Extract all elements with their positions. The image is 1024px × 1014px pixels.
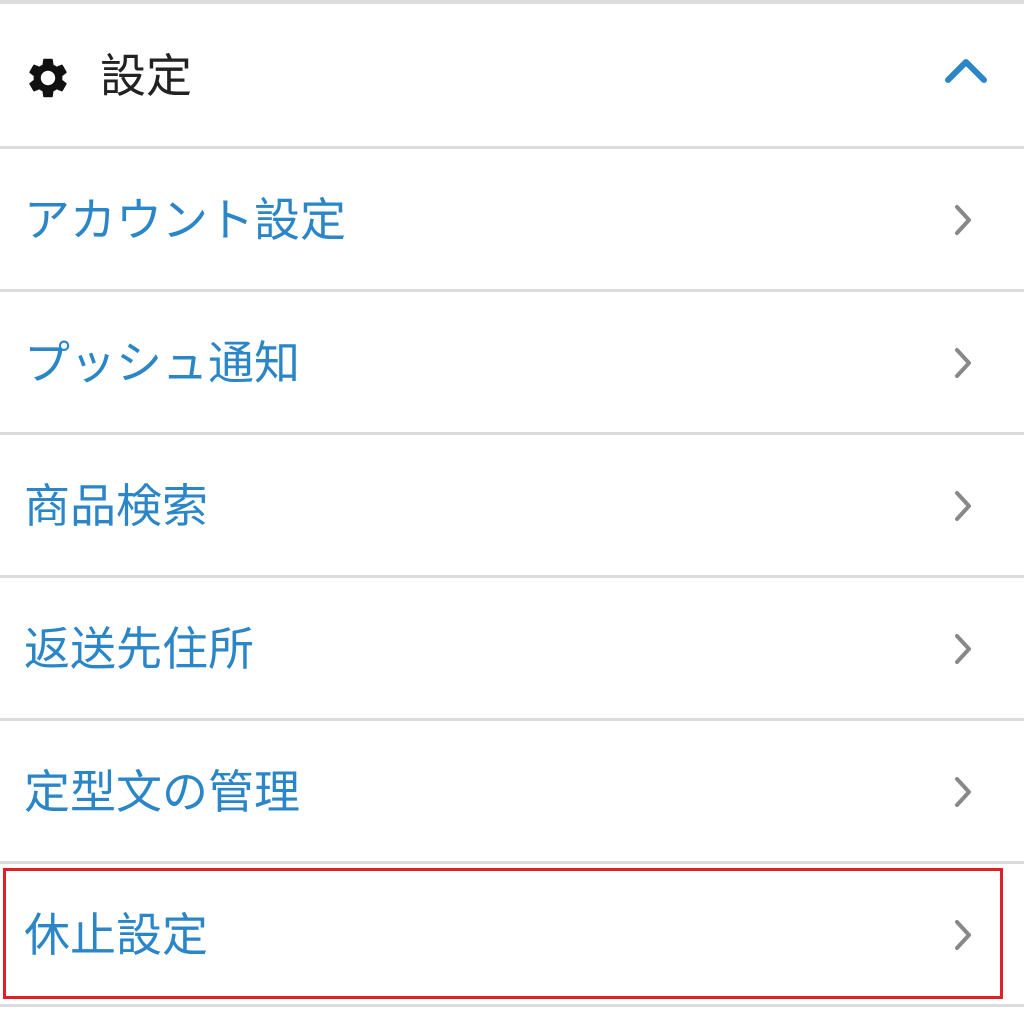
settings-section-header[interactable]: 設定 <box>0 4 1024 149</box>
chevron-right-icon <box>955 634 971 664</box>
menu-item-template-management[interactable]: 定型文の管理 <box>0 721 1024 864</box>
menu-item-label: 返送先住所 <box>24 622 254 676</box>
section-title: 設定 <box>100 49 192 103</box>
chevron-right-icon <box>955 777 971 807</box>
menu-item-label: 定型文の管理 <box>24 765 300 819</box>
chevron-right-icon <box>955 920 971 950</box>
gear-icon <box>29 58 67 98</box>
menu-item-product-search[interactable]: 商品検索 <box>0 435 1024 578</box>
menu-item-label: プッシュ通知 <box>24 336 300 390</box>
chevron-up-icon[interactable] <box>942 54 990 86</box>
menu-item-label: 休止設定 <box>24 908 208 962</box>
chevron-right-icon <box>955 205 971 235</box>
menu-item-return-address[interactable]: 返送先住所 <box>0 578 1024 721</box>
menu-item-pause-settings[interactable]: 休止設定 <box>0 864 1024 1007</box>
menu-item-label: 商品検索 <box>24 479 208 533</box>
menu-item-push-notifications[interactable]: プッシュ通知 <box>0 292 1024 435</box>
menu-item-label: アカウント設定 <box>24 193 346 247</box>
settings-menu: アカウント設定 プッシュ通知 商品検索 返送先住所 定型文の管理 休止設定 <box>0 149 1024 1007</box>
chevron-right-icon <box>955 348 971 378</box>
chevron-right-icon <box>955 491 971 521</box>
menu-item-account-settings[interactable]: アカウント設定 <box>0 149 1024 292</box>
